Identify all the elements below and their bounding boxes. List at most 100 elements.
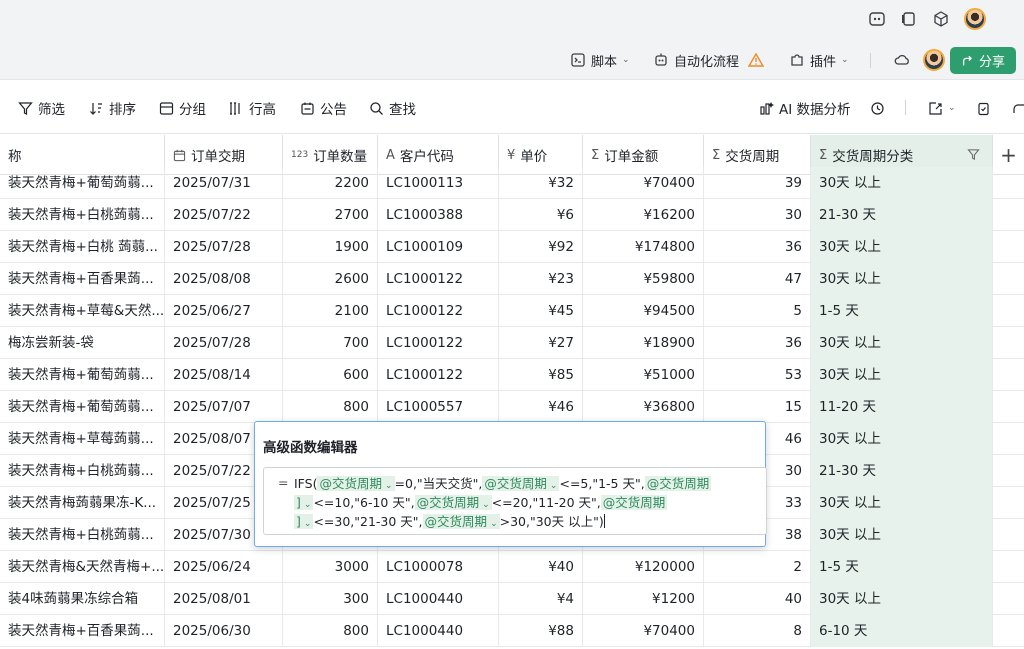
cell-delivery-category[interactable]: 1-5 天 — [811, 295, 993, 327]
cell-order-date[interactable]: 2025/06/27 — [165, 295, 283, 327]
cell-delivery-category[interactable]: 30天 以上 — [811, 487, 993, 519]
field-token-end[interactable]: ] ⌄ — [294, 514, 314, 529]
field-token[interactable]: @交货周期 ⌄ — [482, 476, 560, 491]
cell-product-name[interactable]: 装天然青梅蒟蒻果冻-K... — [0, 487, 165, 519]
cell-delivery-cycle[interactable]: 15 — [704, 391, 811, 423]
cell-order-amount[interactable]: ¥70400 — [583, 615, 704, 647]
cell-delivery-category[interactable]: 21-30 天 — [811, 455, 993, 487]
cell-delivery-cycle[interactable]: 2 — [704, 551, 811, 583]
cell-delivery-category[interactable]: 21-30 天 — [811, 199, 993, 231]
cell-order-amount[interactable]: ¥174800 — [583, 231, 704, 263]
cell-quantity[interactable]: 1900 — [283, 231, 378, 263]
cell-order-date[interactable]: 2025/07/28 — [165, 327, 283, 359]
cell-order-date[interactable]: 2025/06/24 — [165, 551, 283, 583]
cell-quantity[interactable]: 600 — [283, 359, 378, 391]
cell-customer-code[interactable]: LC1000440 — [378, 615, 499, 647]
filter-button[interactable]: 筛选 — [18, 99, 65, 118]
cell-product-name[interactable]: 装天然青梅+草莓&天然... — [0, 295, 165, 327]
cell-delivery-cycle[interactable]: 36 — [704, 231, 811, 263]
cell-delivery-cycle[interactable]: 8 — [704, 615, 811, 647]
announce-button[interactable]: 公告 — [300, 99, 347, 118]
cell-quantity[interactable]: 2100 — [283, 295, 378, 327]
table-row[interactable]: 装天然青梅+白桃 蒟蒻... 2025/07/28 1900 LC1000109 ¥92… — [0, 231, 1024, 263]
table-row[interactable]: 装天然青梅+葡萄蒟蒻... 2025/07/07 800 LC1000557 ¥46 ¥3… — [0, 391, 1024, 423]
export-icon[interactable]: ⌄ — [928, 99, 956, 117]
cell-order-amount[interactable]: ¥18900 — [583, 327, 704, 359]
cell-order-amount[interactable]: ¥120000 — [583, 551, 704, 583]
cell-delivery-category[interactable]: 1-5 天 — [811, 551, 993, 583]
cell-customer-code[interactable]: LC1000109 — [378, 231, 499, 263]
cell-quantity[interactable]: 3000 — [283, 551, 378, 583]
cell-unit-price[interactable]: ¥6 — [499, 199, 583, 231]
cell-product-name[interactable]: 装天然青梅+白桃蒟蒻... — [0, 455, 165, 487]
cell-order-date[interactable]: 2025/07/31 — [165, 167, 283, 199]
filter-icon[interactable] — [967, 148, 980, 161]
cell-product-name[interactable]: 装天然青梅+草莓蒟蒻... — [0, 423, 165, 455]
cell-customer-code[interactable]: LC1000388 — [378, 199, 499, 231]
cell-order-date[interactable]: 2025/08/08 — [165, 263, 283, 295]
cell-product-name[interactable]: 装天然青梅+白桃 蒟蒻... — [0, 231, 165, 263]
table-row[interactable]: 装天然青梅+百香果蒟... 2025/06/30 800 LC1000440 ¥88 ¥7… — [0, 615, 1024, 647]
cell-order-date[interactable]: 2025/08/01 — [165, 583, 283, 615]
cell-product-name[interactable]: 装天然青梅+百香果蒟... — [0, 263, 165, 295]
cell-delivery-category[interactable]: 30天 以上 — [811, 327, 993, 359]
cell-delivery-cycle[interactable]: 53 — [704, 359, 811, 391]
cell-delivery-category[interactable]: 6-10 天 — [811, 615, 993, 647]
table-row[interactable]: 装天然青梅+百香果蒟... 2025/08/08 2600 LC1000122 ¥23 ¥… — [0, 263, 1024, 295]
cell-product-name[interactable]: 装天然青梅+百香果蒟... — [0, 615, 165, 647]
cell-product-name[interactable]: 装天然青梅+葡萄蒟蒻... — [0, 391, 165, 423]
cell-customer-code[interactable]: LC1000122 — [378, 327, 499, 359]
cell-unit-price[interactable]: ¥88 — [499, 615, 583, 647]
cell-product-name[interactable]: 装天然青梅+葡萄蒟蒻... — [0, 167, 165, 199]
cell-delivery-category[interactable]: 11-20 天 — [811, 391, 993, 423]
cell-delivery-cycle[interactable]: 36 — [704, 327, 811, 359]
cell-order-amount[interactable]: ¥36800 — [583, 391, 704, 423]
cell-quantity[interactable]: 2700 — [283, 199, 378, 231]
bot-icon[interactable] — [868, 10, 886, 28]
group-button[interactable]: 分组 — [159, 99, 206, 118]
cell-product-name[interactable]: 装天然青梅&天然青梅+... — [0, 551, 165, 583]
cell-quantity[interactable]: 2200 — [283, 167, 378, 199]
cell-unit-price[interactable]: ¥23 — [499, 263, 583, 295]
cell-order-amount[interactable]: ¥16200 — [583, 199, 704, 231]
cell-order-date[interactable]: 2025/07/07 — [165, 391, 283, 423]
cell-order-date[interactable]: 2025/08/14 — [165, 359, 283, 391]
cell-delivery-category[interactable]: 30天 以上 — [811, 231, 993, 263]
cell-unit-price[interactable]: ¥85 — [499, 359, 583, 391]
cube-icon[interactable] — [932, 10, 950, 28]
collaborator-avatar[interactable] — [923, 49, 945, 71]
cell-customer-code[interactable]: LC1000113 — [378, 167, 499, 199]
history-icon[interactable] — [870, 99, 885, 117]
cell-unit-price[interactable]: ¥4 — [499, 583, 583, 615]
cell-product-name[interactable]: 装天然青梅+葡萄蒟蒻... — [0, 359, 165, 391]
cell-quantity[interactable]: 2600 — [283, 263, 378, 295]
cell-order-amount[interactable]: ¥59800 — [583, 263, 704, 295]
cell-delivery-cycle[interactable]: 40 — [704, 583, 811, 615]
share-link-icon[interactable] — [1012, 99, 1024, 117]
cell-quantity[interactable]: 800 — [283, 391, 378, 423]
cell-delivery-cycle[interactable]: 5 — [704, 295, 811, 327]
table-row[interactable]: 装天然青梅+草莓&天然... 2025/06/27 2100 LC1000122 ¥45… — [0, 295, 1024, 327]
cell-customer-code[interactable]: LC1000122 — [378, 295, 499, 327]
cell-unit-price[interactable]: ¥32 — [499, 167, 583, 199]
cell-delivery-category[interactable]: 30天 以上 — [811, 167, 993, 199]
cell-quantity[interactable]: 800 — [283, 615, 378, 647]
cell-delivery-category[interactable]: 30天 以上 — [811, 519, 993, 551]
script-menu[interactable]: 脚本 ⌄ — [570, 51, 630, 70]
sort-button[interactable]: 排序 — [89, 99, 136, 118]
cell-unit-price[interactable]: ¥46 — [499, 391, 583, 423]
search-button[interactable]: 查找 — [369, 99, 416, 118]
cell-unit-price[interactable]: ¥27 — [499, 327, 583, 359]
cell-delivery-cycle[interactable]: 47 — [704, 263, 811, 295]
table-row[interactable]: 装天然青梅+葡萄蒟蒻... 2025/08/14 600 LC1000122 ¥85 ¥5… — [0, 359, 1024, 391]
cell-product-name[interactable]: 装天然青梅+白桃蒟蒻... — [0, 519, 165, 551]
cell-delivery-cycle[interactable]: 39 — [704, 167, 811, 199]
cell-delivery-category[interactable]: 30天 以上 — [811, 423, 993, 455]
field-token-end[interactable]: ] ⌄ — [294, 495, 314, 510]
cell-customer-code[interactable]: LC1000078 — [378, 551, 499, 583]
table-row[interactable]: 装天然青梅&天然青梅+... 2025/06/24 3000 LC1000078 ¥40… — [0, 551, 1024, 583]
ai-analysis-button[interactable]: AI 数据分析 — [759, 99, 851, 118]
cell-product-name[interactable]: 装天然青梅+白桃蒟蒻... — [0, 199, 165, 231]
automation-menu[interactable]: 自动化流程 — [653, 51, 765, 70]
cloud-icon[interactable] — [894, 51, 910, 69]
